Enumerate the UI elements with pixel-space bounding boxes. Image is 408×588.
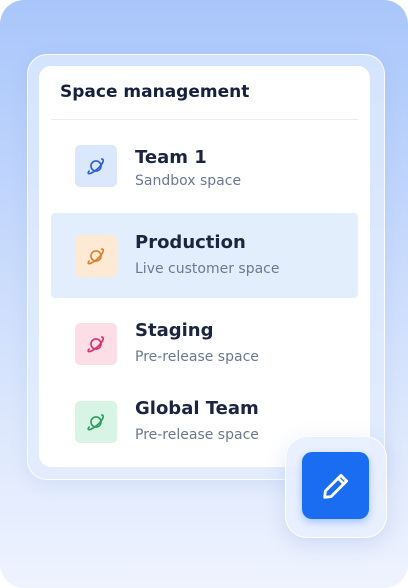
space-name: Global Team xyxy=(135,398,259,419)
panel-title: Space management xyxy=(60,82,250,102)
space-item-production[interactable]: Production Live customer space xyxy=(51,213,358,298)
app-stage: Space management Team 1 Sandbox space Pr… xyxy=(0,0,408,588)
pencil-icon xyxy=(322,473,348,499)
space-management-panel: Space management Team 1 Sandbox space Pr… xyxy=(39,66,370,467)
space-item-staging[interactable]: Staging Pre-release space xyxy=(51,304,358,389)
space-description: Sandbox space xyxy=(135,173,242,189)
space-description: Pre-release space xyxy=(135,349,259,365)
space-description: Pre-release space xyxy=(135,427,259,443)
space-name: Staging xyxy=(135,320,214,341)
edit-button[interactable] xyxy=(302,452,369,519)
planet-icon xyxy=(75,235,117,277)
space-item-team-1[interactable]: Team 1 Sandbox space xyxy=(51,128,358,213)
planet-icon xyxy=(75,323,117,365)
planet-icon xyxy=(75,401,117,443)
space-name: Team 1 xyxy=(135,147,207,168)
planet-icon xyxy=(75,145,117,187)
space-description: Live customer space xyxy=(135,261,280,277)
space-name: Production xyxy=(135,232,246,253)
title-divider xyxy=(51,119,358,120)
